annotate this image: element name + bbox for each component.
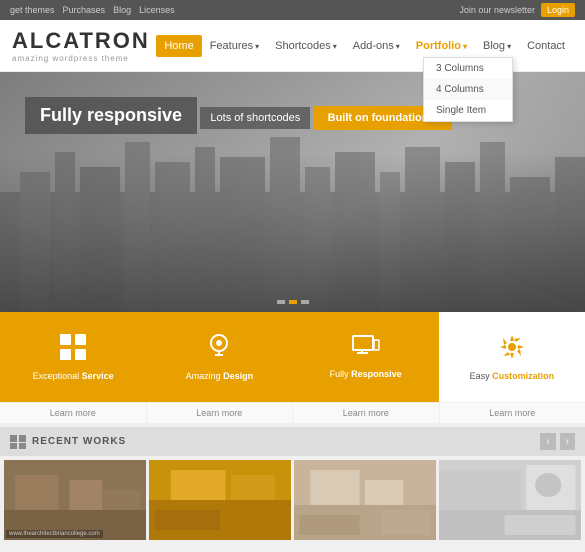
service-label: Exceptional Service (33, 371, 114, 381)
hero-content: Fully responsive Lots of shortcodes Buil… (25, 97, 452, 140)
topbar-link-purchases[interactable]: Purchases (63, 5, 106, 15)
gallery-watermark-1: www.thearchitectbriancollege.com (6, 530, 103, 538)
nav-contact[interactable]: Contact (519, 35, 573, 57)
recent-works-section: RECENT WORKS ‹ › www.thearchitectbrianco… (0, 427, 585, 544)
hero-dot-3[interactable] (301, 300, 309, 304)
learn-more-row: Learn more Learn more Learn more Learn m… (0, 402, 585, 423)
top-bar: get themes Purchases Blog Licenses Join … (0, 0, 585, 20)
hero-dots (277, 300, 309, 304)
features-section: Exceptional Service Amazing Design F (0, 312, 585, 402)
feature-responsive[interactable]: Fully Responsive (293, 312, 439, 402)
portfolio-dropdown: 3 Columns 4 Columns Single Item (423, 57, 513, 122)
feature-service[interactable]: Exceptional Service (0, 312, 146, 402)
hero-dot-1[interactable] (277, 300, 285, 304)
dropdown-single[interactable]: Single Item (424, 100, 512, 121)
logo-area: ALCATRON amazing wordpress theme (12, 28, 150, 63)
nav-home[interactable]: Home (156, 35, 201, 57)
design-icon (207, 333, 231, 367)
feature-customization[interactable]: Easy Customization (439, 312, 585, 402)
feature-design[interactable]: Amazing Design (146, 312, 292, 402)
gallery-image-4 (439, 460, 581, 540)
gallery-image-1: www.thearchitectbriancollege.com (4, 460, 146, 540)
responsive-label: Fully Responsive (330, 369, 402, 379)
learn-more-design[interactable]: Learn more (147, 403, 294, 423)
service-icon (59, 333, 87, 367)
dropdown-3col[interactable]: 3 Columns (424, 58, 512, 79)
gallery-icon (10, 435, 26, 449)
topbar-link-blog[interactable]: Blog (113, 5, 131, 15)
topbar-link-licenses[interactable]: Licenses (139, 5, 175, 15)
hero-subtitle: Lots of shortcodes (200, 107, 310, 129)
login-button[interactable]: Login (541, 3, 575, 17)
recent-works-title: RECENT WORKS (10, 435, 126, 449)
gallery-image-2 (149, 460, 291, 540)
top-bar-right: Join our newsletter Login (459, 3, 575, 17)
responsive-icon (352, 335, 380, 365)
works-next-button[interactable]: › (560, 433, 575, 450)
nav-features[interactable]: Features▾ (202, 35, 267, 57)
nav-shortcodes[interactable]: Shortcodes▾ (267, 35, 345, 57)
nav-portfolio[interactable]: Portfolio▾ (408, 35, 475, 57)
nav-addons[interactable]: Add-ons▾ (345, 35, 408, 57)
gallery-image-3 (294, 460, 436, 540)
learn-more-responsive[interactable]: Learn more (293, 403, 440, 423)
logo: ALCATRON (12, 28, 150, 54)
hero-title: Fully responsive (25, 97, 197, 134)
topbar-link-themes[interactable]: get themes (10, 5, 55, 15)
works-prev-button[interactable]: ‹ (540, 433, 555, 450)
main-nav: Home Features▾ Shortcodes▾ Add-ons▾ Port… (156, 35, 573, 57)
customization-icon (498, 333, 526, 367)
topbar-newsletter[interactable]: Join our newsletter (459, 5, 535, 15)
hero-dot-2[interactable] (289, 300, 297, 304)
gallery-item-2[interactable] (149, 460, 291, 540)
gallery-grid: www.thearchitectbriancollege.com (0, 456, 585, 544)
header: ALCATRON amazing wordpress theme Home Fe… (0, 20, 585, 72)
design-label: Amazing Design (186, 371, 254, 381)
dropdown-4col[interactable]: 4 Columns (424, 79, 512, 100)
hero-city (0, 152, 585, 312)
gallery-item-4[interactable] (439, 460, 581, 540)
learn-more-service[interactable]: Learn more (0, 403, 147, 423)
recent-works-header: RECENT WORKS ‹ › (0, 427, 585, 456)
gallery-item-3[interactable] (294, 460, 436, 540)
top-bar-links: get themes Purchases Blog Licenses (10, 5, 175, 15)
learn-more-customization[interactable]: Learn more (440, 403, 585, 423)
gallery-item-1[interactable]: www.thearchitectbriancollege.com (4, 460, 146, 540)
customization-label: Easy Customization (470, 371, 555, 381)
works-navigation: ‹ › (540, 433, 575, 450)
logo-tagline: amazing wordpress theme (12, 54, 150, 63)
nav-blog[interactable]: Blog▾ (475, 35, 519, 57)
